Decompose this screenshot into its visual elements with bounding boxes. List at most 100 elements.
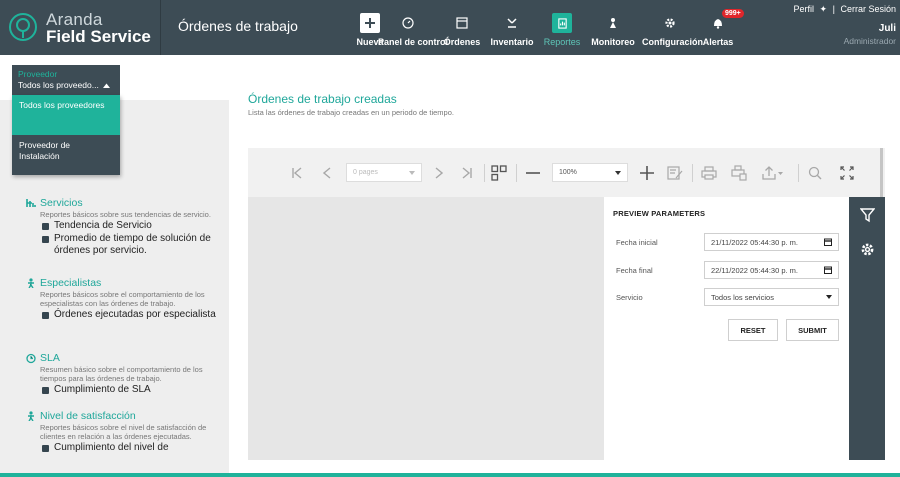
bell-icon: 999+ (708, 9, 744, 33)
section-desc: Reportes básicos sobre el nivel de satis… (40, 423, 207, 441)
section-desc: Resumen básico sobre el comportamiento d… (40, 365, 203, 383)
fecha-final-input[interactable]: 22/11/2022 05:44:30 p. m. (704, 261, 839, 279)
provider-option-instalacion[interactable]: Proveedor de Instalación (12, 135, 120, 175)
profile-pin-icon: ✦ (819, 4, 828, 14)
viewer-side-tools (849, 197, 885, 460)
logout-link[interactable]: Cerrar Sesión (840, 4, 896, 14)
brand-logo-icon (9, 13, 37, 41)
nav-dashboard[interactable]: Panel de control (378, 0, 449, 55)
user-role: Administrador (843, 36, 896, 46)
zoom-select-value: 100% (559, 169, 577, 176)
nav-orders[interactable]: Órdenes (442, 0, 482, 55)
calendar-icon (824, 266, 832, 274)
alerts-badge: 999+ (722, 9, 744, 18)
zoom-select[interactable]: 100% (552, 163, 628, 182)
chevron-down-icon (615, 170, 621, 175)
profile-link[interactable]: Perfil (794, 4, 815, 14)
export-icon[interactable] (758, 162, 788, 184)
plus-icon (360, 13, 380, 33)
multipage-icon[interactable] (488, 162, 510, 184)
last-page-icon[interactable] (456, 162, 478, 184)
report-link-tendencia[interactable]: Tendencia de Servicio (42, 220, 216, 232)
zoom-out-icon[interactable] (522, 162, 544, 184)
report-viewer: 0 pages 100% PREVIEW PARAMETERS Fecha in… (248, 148, 885, 460)
dashboard-icon (398, 13, 418, 33)
section-servicios: Servicios Reportes básicos sobre sus ten… (26, 197, 216, 257)
fullscreen-icon[interactable] (836, 162, 858, 184)
report-bullet-icon (42, 236, 49, 243)
services-icon (26, 198, 36, 208)
settings-gear-icon[interactable] (849, 233, 885, 265)
app-header: Aranda Field Service Órdenes de trabajo … (0, 0, 900, 55)
print-icon[interactable] (698, 162, 720, 184)
toolbar-divider (516, 164, 517, 182)
provider-value: Todos los proveedo... (18, 80, 99, 90)
report-link-cumplimiento-sla[interactable]: Cumplimiento de SLA (42, 384, 216, 396)
nav-reports-label: Reportes (543, 37, 581, 47)
nav-reports[interactable]: Reportes (542, 0, 582, 55)
servicio-select[interactable]: Todos los servicios (704, 288, 839, 306)
nav-settings-label: Configuración (642, 37, 703, 47)
section-title: Especialistas (26, 277, 216, 289)
person-icon (26, 411, 36, 421)
nav-alerts-label: Alertas (702, 37, 734, 47)
orders-icon (452, 13, 472, 33)
fecha-final-label: Fecha final (616, 266, 653, 275)
fecha-inicial-input[interactable]: 21/11/2022 05:44:30 p. m. (704, 233, 839, 251)
params-title: PREVIEW PARAMETERS (613, 209, 706, 218)
print-page-icon[interactable] (728, 162, 750, 184)
provider-option-all[interactable]: Todos los proveedores (12, 95, 120, 135)
inventory-icon (502, 13, 522, 33)
monitor-icon (603, 13, 623, 33)
search-icon[interactable] (804, 162, 826, 184)
header-divider (160, 0, 161, 55)
section-sla: SLA Resumen básico sobre el comportamien… (26, 352, 216, 396)
report-subtitle: Lista las órdenes de trabajo creadas en … (248, 108, 454, 117)
edit-parameters-icon[interactable] (664, 162, 686, 184)
bottom-accent-bar (0, 473, 900, 477)
report-link-nivel-satisfaccion[interactable]: Cumplimiento del nivel de (42, 442, 216, 454)
zoom-in-icon[interactable] (636, 162, 658, 184)
report-title: Órdenes de trabajo creadas (248, 92, 397, 106)
section-title: Nivel de satisfacción (26, 410, 216, 422)
submit-button[interactable]: SUBMIT (786, 319, 839, 341)
brand[interactable]: Aranda Field Service (8, 8, 168, 48)
toolbar-divider (798, 164, 799, 182)
preview-parameters-panel: PREVIEW PARAMETERS Fecha inicial 21/11/2… (604, 197, 849, 460)
nav-dashboard-label: Panel de control (378, 37, 449, 47)
next-page-icon[interactable] (428, 162, 450, 184)
person-icon (26, 278, 36, 288)
section-title: SLA (26, 352, 216, 364)
report-bullet-icon (42, 445, 49, 452)
servicio-value: Todos los servicios (711, 292, 774, 302)
provider-select[interactable]: Proveedor Todos los proveedo... (12, 65, 120, 95)
viewer-toolbar: 0 pages 100% (248, 148, 885, 368)
reports-icon (552, 13, 572, 33)
nav-monitor-label: Monitoreo (591, 37, 635, 47)
page-select[interactable]: 0 pages (346, 163, 422, 182)
nav-monitor[interactable]: Monitoreo (590, 0, 636, 55)
nav-inventory[interactable]: Inventario (490, 0, 534, 55)
calendar-icon (824, 238, 832, 246)
user-name: Juli (878, 23, 896, 34)
fecha-inicial-value: 21/11/2022 05:44:30 p. m. (711, 237, 799, 247)
toolbar-divider (692, 164, 693, 182)
reset-button[interactable]: RESET (728, 319, 778, 341)
nav-alerts[interactable]: 999+ Alertas (698, 0, 744, 55)
section-satisfaccion: Nivel de satisfacción Reportes básicos s… (26, 410, 216, 454)
chevron-up-icon (102, 83, 110, 88)
report-link-ordenes-especialista[interactable]: Órdenes ejecutadas por especialista (42, 309, 216, 321)
nav-orders-label: Órdenes (443, 37, 481, 47)
first-page-icon[interactable] (286, 162, 308, 184)
user-area: Perfil ✦ | Cerrar Sesión Juli Administra… (794, 4, 896, 46)
provider-label: Proveedor (18, 69, 58, 79)
nav-settings[interactable]: Configuración (642, 0, 703, 55)
chevron-down-icon (826, 295, 832, 299)
report-link-promedio[interactable]: Promedio de tiempo de solución de órdene… (42, 233, 216, 257)
chevron-down-icon (409, 170, 415, 175)
brand-name-line2: Field Service (46, 27, 151, 46)
filter-icon[interactable] (849, 199, 885, 231)
section-especialistas: Especialistas Reportes básicos sobre el … (26, 277, 216, 321)
previous-page-icon[interactable] (316, 162, 338, 184)
user-links-separator: | (832, 4, 835, 14)
